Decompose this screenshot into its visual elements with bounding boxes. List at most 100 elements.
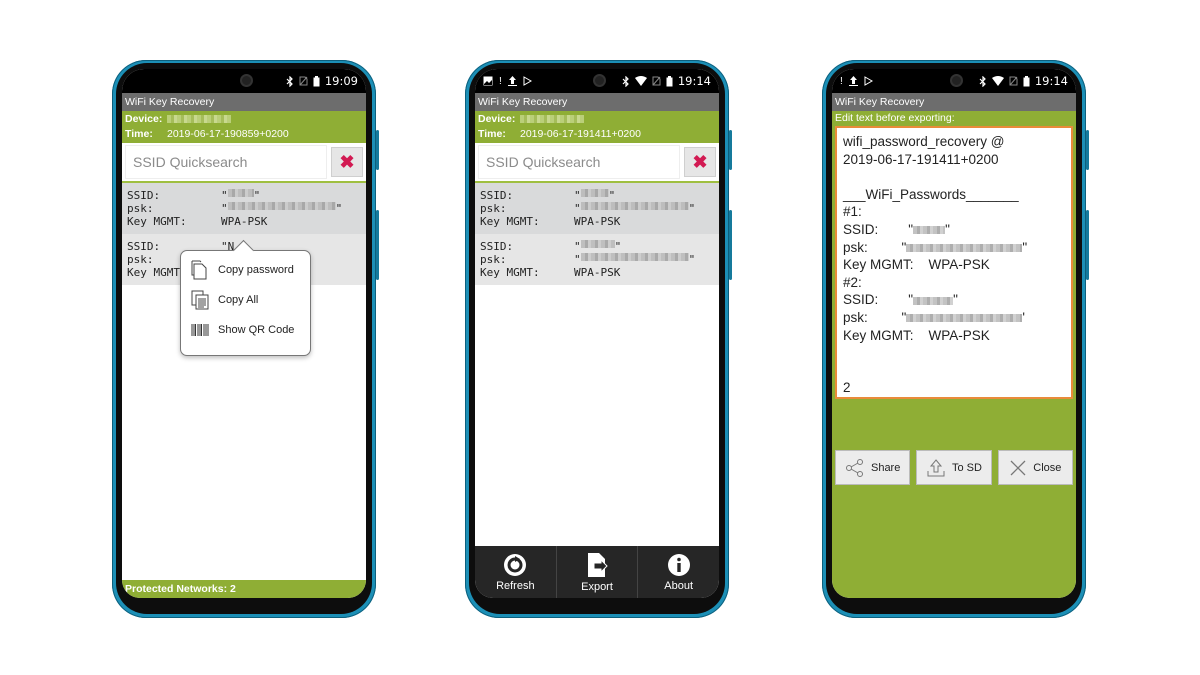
- export-line: psk: " ': [843, 309, 1065, 327]
- ssid-label: SSID:: [480, 240, 514, 253]
- search-input[interactable]: SSID Quicksearch: [478, 145, 680, 179]
- ssid-label: SSID:: [127, 189, 161, 202]
- time-value: 2019-06-17-190859+0200: [167, 128, 289, 140]
- redacted-device: [167, 115, 231, 123]
- no-sim-icon: [299, 76, 308, 86]
- status-bar: 19:09: [122, 69, 366, 93]
- notification-icons: !: [483, 76, 532, 87]
- mgmt-value: WPA-PSK: [221, 215, 268, 228]
- export-line: Key MGMT: WPA-PSK: [843, 257, 990, 273]
- export-line: [843, 344, 1065, 362]
- about-button[interactable]: About: [638, 546, 719, 598]
- export-line-text: SSID: ": [843, 221, 914, 237]
- context-menu: Copy password Copy All Show QR Code: [180, 250, 311, 356]
- battery-icon: [313, 75, 320, 86]
- menu-item-copy-all[interactable]: Copy All: [181, 285, 310, 315]
- status-clock: 19:14: [677, 74, 711, 88]
- quote-mark: ": [953, 292, 958, 308]
- quote-mark: ": [688, 202, 696, 215]
- network-entry[interactable]: SSID: " " psk: " " Key MGMT: WPA-PSK: [122, 183, 366, 234]
- play-store-icon: [864, 76, 873, 86]
- wifi-icon: [634, 76, 647, 86]
- ssid-value: ": [574, 240, 581, 253]
- about-label: About: [664, 579, 694, 592]
- front-camera: [593, 74, 606, 87]
- device-label: Device:: [125, 113, 163, 125]
- search-input[interactable]: SSID Quicksearch: [125, 145, 327, 179]
- battery-icon: [1023, 75, 1030, 86]
- menu-item-show-qr[interactable]: Show QR Code: [181, 315, 310, 345]
- refresh-label: Refresh: [496, 579, 535, 592]
- menu-item-copy-password[interactable]: Copy password: [181, 255, 310, 285]
- menu-item-label: Show QR Code: [218, 324, 295, 336]
- protected-networks-footer: Protected Networks: 2: [122, 580, 366, 598]
- screenshot-stage: 19:09 WiFi Key Recovery Device: Time: 201…: [0, 0, 1200, 675]
- export-line: psk: " ": [843, 239, 1065, 257]
- volume-button: [729, 130, 732, 170]
- volume-button: [376, 130, 379, 170]
- power-button: [729, 210, 732, 280]
- quote-mark: ': [1022, 309, 1025, 325]
- menu-item-label: Copy All: [218, 294, 259, 306]
- close-button[interactable]: Close: [997, 450, 1073, 485]
- status-bar: ! 19:14: [475, 69, 719, 93]
- status-icons: 19:09: [286, 74, 358, 88]
- bluetooth-icon: [622, 75, 629, 87]
- alert-icon: !: [840, 75, 843, 87]
- bluetooth-icon: [286, 75, 293, 87]
- redacted-ssid: [227, 189, 254, 197]
- share-button[interactable]: Share: [835, 450, 911, 485]
- export-label: Export: [581, 580, 613, 593]
- device-label: Device:: [478, 113, 516, 125]
- export-icon: [588, 552, 608, 577]
- redacted-psk: [580, 253, 689, 261]
- export-line: [843, 168, 1065, 186]
- mgmt-value: WPA-PSK: [574, 215, 621, 228]
- psk-value: ": [221, 202, 228, 215]
- phone-2: ! 19:14 WiFi Key Recovery Device: Time: 2…: [465, 60, 732, 618]
- quote-mark: ": [1022, 239, 1028, 255]
- export-button[interactable]: Export: [557, 546, 639, 598]
- quote-mark: ": [614, 240, 622, 253]
- refresh-icon: [504, 553, 527, 576]
- app-title: WiFi Key Recovery: [122, 93, 366, 111]
- no-sim-icon: [1009, 76, 1018, 86]
- wifi-icon: [991, 76, 1004, 86]
- network-entry[interactable]: SSID: " " psk: " " Key MGMT: WPA-PSK: [475, 183, 719, 234]
- power-button: [376, 210, 379, 280]
- clear-search-button[interactable]: ✖: [684, 147, 716, 177]
- share-label: Share: [870, 461, 901, 474]
- phone-screen: ! 19:14 WiFi Key Recovery Device: Time: 2…: [475, 69, 719, 598]
- battery-icon: [666, 75, 673, 86]
- export-text-area[interactable]: wifi_password_recovery @ 2019-06-17-1914…: [835, 126, 1073, 399]
- network-entry[interactable]: SSID: " " psk: " " Key MGMT: WPA-PSK: [475, 234, 719, 285]
- edit-hint: Edit text before exporting:: [835, 112, 955, 124]
- redacted-psk: [906, 244, 1023, 252]
- quote-mark: ": [608, 189, 616, 202]
- bottom-action-bar: Refresh Export About: [475, 546, 719, 598]
- export-line: 2019-06-17-191411+0200: [843, 151, 999, 167]
- front-camera: [240, 74, 253, 87]
- volume-button: [1086, 130, 1089, 170]
- mgmt-label: Key MGMT:: [480, 215, 540, 228]
- to-sd-button[interactable]: To SD: [916, 450, 992, 485]
- share-icon: [845, 458, 863, 477]
- refresh-button[interactable]: Refresh: [475, 546, 557, 598]
- upload-icon: [848, 76, 858, 86]
- search-row: SSID Quicksearch ✖: [122, 143, 366, 183]
- export-line: [843, 362, 1065, 380]
- status-icons: 19:14: [979, 74, 1068, 88]
- redacted-psk: [580, 202, 689, 210]
- clear-search-button[interactable]: ✖: [331, 147, 363, 177]
- export-line: SSID: " ": [843, 221, 1065, 239]
- phone-3: ! 19:14 WiFi Key Recovery Edit text befo…: [822, 60, 1089, 618]
- export-line-text: psk: ": [843, 239, 907, 255]
- psk-label: psk:: [480, 253, 507, 266]
- upload-icon: [927, 458, 945, 476]
- search-row: SSID Quicksearch ✖: [475, 143, 719, 183]
- export-line: Key MGMT: WPA-PSK: [843, 327, 990, 343]
- psk-value: ": [574, 253, 581, 266]
- power-button: [1086, 210, 1089, 280]
- time-label: Time:: [125, 128, 153, 140]
- status-bar: ! 19:14: [832, 69, 1076, 93]
